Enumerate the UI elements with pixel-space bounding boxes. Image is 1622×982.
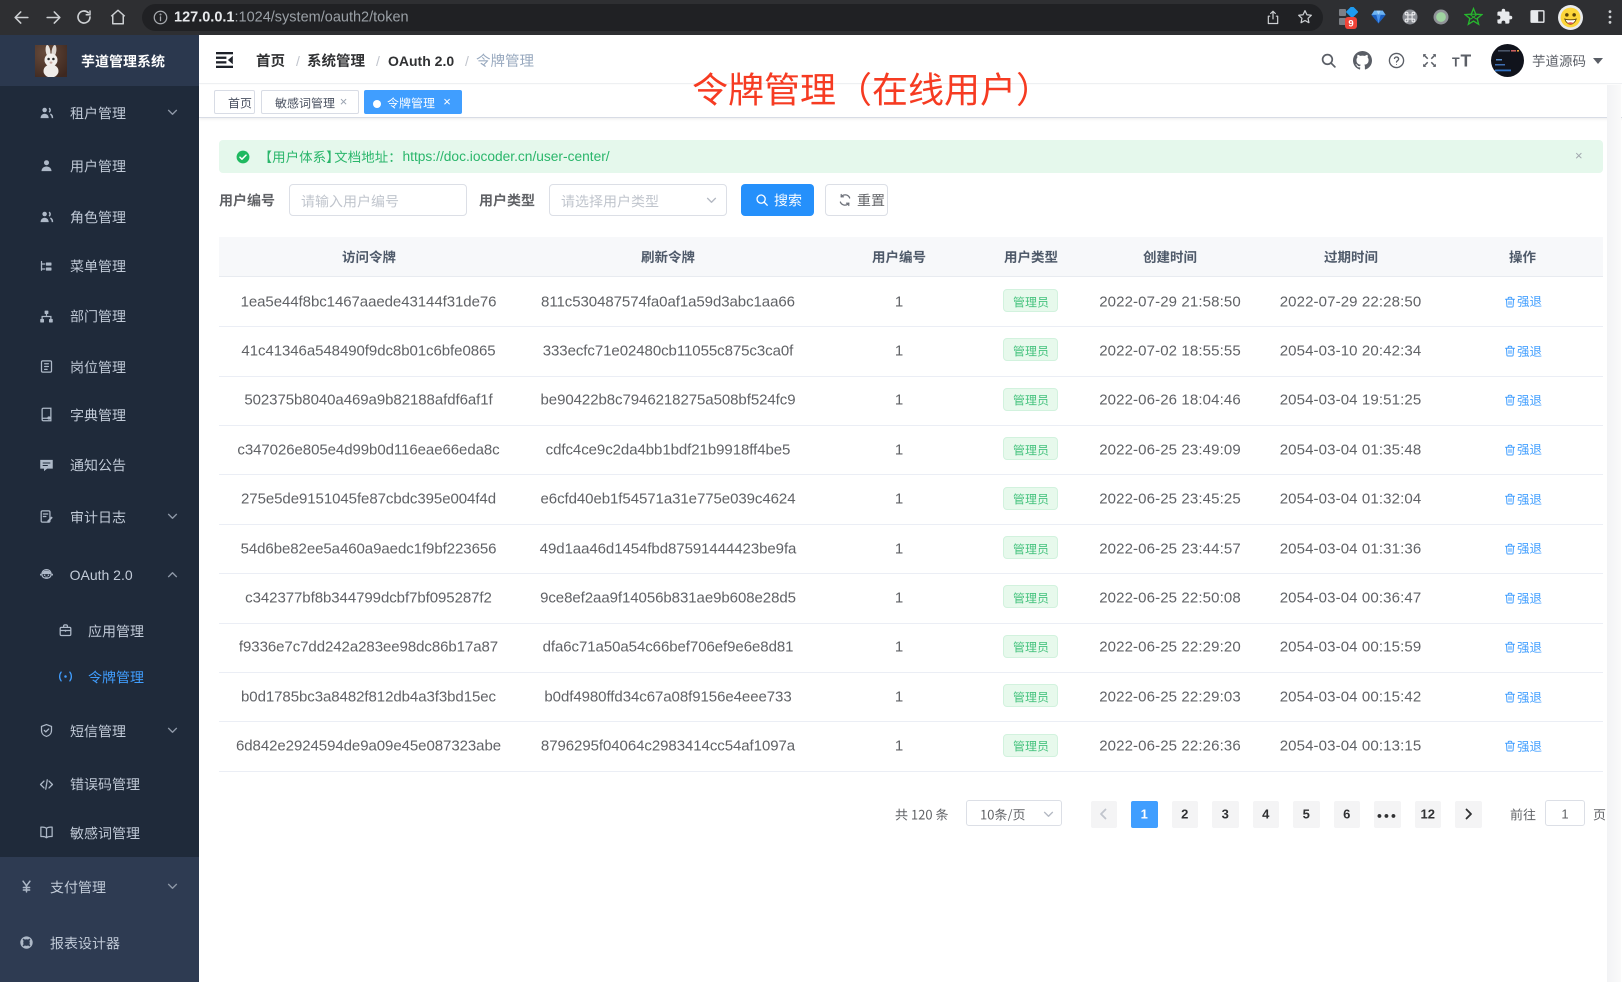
svg-text:T: T: [1461, 51, 1472, 70]
svg-text:T: T: [1452, 56, 1460, 70]
svg-text:9: 9: [1348, 19, 1353, 30]
